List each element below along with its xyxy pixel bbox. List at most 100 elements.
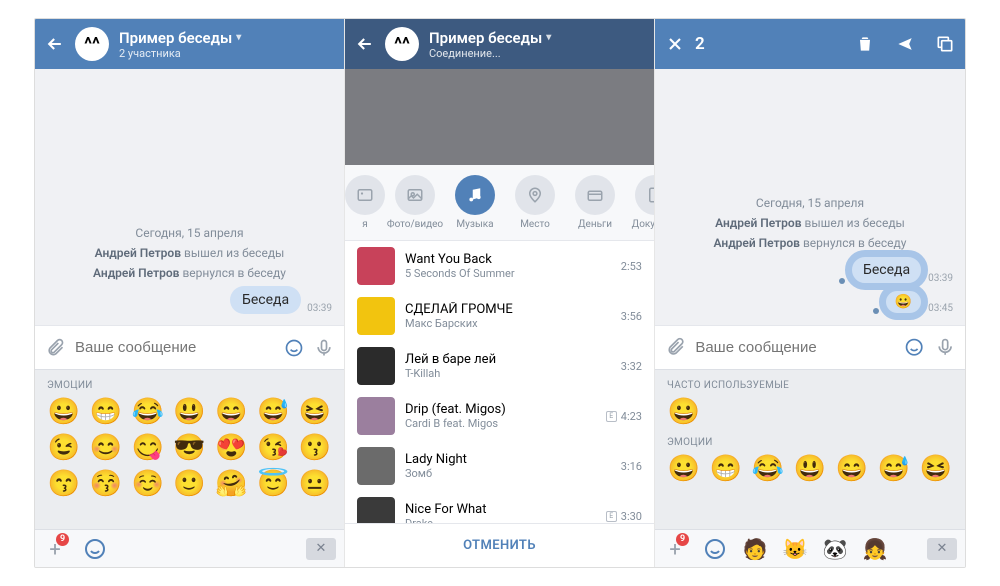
track-title: Drip (feat. Migos) xyxy=(405,402,596,417)
emoji-item[interactable]: 😗 xyxy=(294,433,336,463)
chat-subtitle: Соединение... xyxy=(429,47,644,60)
emoji-item[interactable]: 😊 xyxy=(85,433,127,463)
emoji-item[interactable]: 😚 xyxy=(85,469,127,499)
chat-avatar[interactable]: ^^ xyxy=(75,27,109,61)
emoji-item[interactable]: 😇 xyxy=(252,469,294,499)
music-track[interactable]: Lady NightЗомб3:16 xyxy=(345,441,654,491)
forward-icon[interactable] xyxy=(895,34,915,54)
track-artist: 5 Seconds Of Summer xyxy=(405,267,611,280)
emoji-item[interactable]: 😉 xyxy=(43,433,85,463)
emoji-item[interactable]: 😀 xyxy=(663,454,705,484)
emoji-item[interactable]: 😀 xyxy=(663,397,705,427)
chat-subtitle: 2 участника xyxy=(119,47,334,60)
emoji-item[interactable]: 😆 xyxy=(915,454,957,484)
chat-messages: Сегодня, 15 апреля Андрей Петров вышел и… xyxy=(35,69,344,325)
emoji-item[interactable]: 😁 xyxy=(705,454,747,484)
emoji-item[interactable]: 😎 xyxy=(169,433,211,463)
music-track[interactable]: Drip (feat. Migos)Cardi B feat. MigosE4:… xyxy=(345,391,654,441)
message-row[interactable]: 😀 03:45 xyxy=(667,290,953,314)
chat-title[interactable]: Пример беседы▾ xyxy=(119,29,334,47)
emoji-item[interactable]: 😆 xyxy=(294,397,336,427)
delete-icon[interactable] xyxy=(855,34,875,54)
track-duration: 3:16 xyxy=(621,460,642,473)
emoji-item[interactable]: 😅 xyxy=(252,397,294,427)
back-icon[interactable] xyxy=(45,34,65,54)
attachment-categories: я Фото/видео Музыка Место Деньги Докумен… xyxy=(345,165,654,241)
emoji-item[interactable]: 😋 xyxy=(127,433,169,463)
emoji-item[interactable]: 😃 xyxy=(169,397,211,427)
category-music[interactable]: Музыка xyxy=(445,175,505,230)
screen-attach-music: ^^ Пример беседы▾ Соединение... я Фото/в… xyxy=(345,19,655,567)
attach-icon[interactable] xyxy=(45,337,65,359)
emoji-item[interactable]: 😃 xyxy=(789,454,831,484)
emoji-item[interactable]: 😍 xyxy=(210,433,252,463)
unread-dot xyxy=(873,308,879,314)
chat-header: ^^ Пример беседы▾ 2 участника xyxy=(35,19,344,69)
emoji-item[interactable]: 🤗 xyxy=(210,469,252,499)
close-icon[interactable] xyxy=(665,34,685,54)
album-art xyxy=(357,347,395,385)
attach-icon[interactable] xyxy=(665,337,685,359)
voice-icon[interactable] xyxy=(935,337,955,359)
emoji-button[interactable] xyxy=(284,337,304,359)
explicit-icon: E xyxy=(606,511,617,522)
system-message: Андрей Петров вышел из беседы xyxy=(667,216,953,230)
track-artist: Макс Барских xyxy=(405,317,611,330)
track-artist: Cardi B feat. Migos xyxy=(405,417,596,430)
message-input[interactable] xyxy=(695,339,894,356)
sticker-tabs: + 9 🧑 😺 🐼 👧 ✕ xyxy=(655,529,965,567)
emoji-item[interactable]: 😅 xyxy=(873,454,915,484)
back-icon[interactable] xyxy=(355,34,375,54)
emoji-grid: 😀😁😂😃😄😅😆 xyxy=(655,454,965,484)
category-gallery[interactable]: я xyxy=(345,175,385,230)
emoji-item[interactable]: 😂 xyxy=(127,397,169,427)
composer xyxy=(35,325,344,369)
message-row[interactable]: Беседа 03:39 xyxy=(47,286,332,314)
emoji-item[interactable]: 😐 xyxy=(294,469,336,499)
cancel-button[interactable]: ОТМЕНИТЬ xyxy=(345,523,654,567)
track-duration: 3:32 xyxy=(621,360,642,373)
emoji-item[interactable]: 😂 xyxy=(747,454,789,484)
emoji-item[interactable]: ☺️ xyxy=(127,469,169,499)
music-track[interactable]: Лей в баре лейT-Killah3:32 xyxy=(345,341,654,391)
track-duration: 3:56 xyxy=(621,310,642,323)
emoji-item[interactable]: 😄 xyxy=(831,454,873,484)
emoji-item[interactable]: 😙 xyxy=(43,469,85,499)
message-row[interactable]: Беседа 03:39 xyxy=(667,256,953,284)
date-divider: Сегодня, 15 апреля xyxy=(47,226,332,240)
unread-dot xyxy=(839,278,845,284)
category-location[interactable]: Место xyxy=(505,175,565,230)
message-bubble: Беседа xyxy=(230,286,301,314)
emoji-item[interactable]: 😀 xyxy=(43,397,85,427)
backspace-button[interactable]: ✕ xyxy=(306,538,336,560)
emoji-panel: ЭМОЦИИ 😀😁😂😃😄😅😆😉😊😋😎😍😘😗😙😚☺️🙂🤗😇😐 + 9 ✕ xyxy=(35,369,344,567)
message-input[interactable] xyxy=(75,339,274,356)
voice-icon[interactable] xyxy=(314,337,334,359)
sticker-pack-tab[interactable]: 😺 xyxy=(783,537,807,561)
sticker-pack-tab[interactable]: 🐼 xyxy=(823,537,847,561)
emoji-item[interactable]: 😘 xyxy=(252,433,294,463)
track-title: Want You Back xyxy=(405,252,611,267)
album-art xyxy=(357,297,395,335)
music-track[interactable]: СДЕЛАЙ ГРОМЧЕМакс Барских3:56 xyxy=(345,291,654,341)
emoji-tab[interactable] xyxy=(83,537,107,561)
backspace-button[interactable]: ✕ xyxy=(927,538,957,560)
emoji-item[interactable]: 🙂 xyxy=(169,469,211,499)
music-track[interactable]: Want You Back5 Seconds Of Summer2:53 xyxy=(345,241,654,291)
chat-avatar[interactable]: ^^ xyxy=(385,27,419,61)
category-document[interactable]: Документ xyxy=(625,175,654,230)
emoji-item[interactable]: 😁 xyxy=(85,397,127,427)
emoji-button[interactable] xyxy=(904,337,924,359)
sticker-pack-tab[interactable]: 👧 xyxy=(863,537,887,561)
track-title: Nice For What xyxy=(405,502,596,517)
selection-header: 2 xyxy=(655,19,965,69)
category-money[interactable]: Деньги xyxy=(565,175,625,230)
sticker-pack-tab[interactable]: 🧑 xyxy=(743,537,767,561)
dimmed-chat-backdrop[interactable] xyxy=(345,69,654,165)
emoji-tab[interactable] xyxy=(703,537,727,561)
screen-selection-mode: 2 Сегодня, 15 апреля Андрей Петров вышел… xyxy=(655,19,965,567)
copy-icon[interactable] xyxy=(935,34,955,54)
music-track[interactable]: Nice For WhatDrakeE3:30 xyxy=(345,491,654,523)
category-photo-video[interactable]: Фото/видео xyxy=(385,175,445,230)
emoji-item[interactable]: 😄 xyxy=(210,397,252,427)
